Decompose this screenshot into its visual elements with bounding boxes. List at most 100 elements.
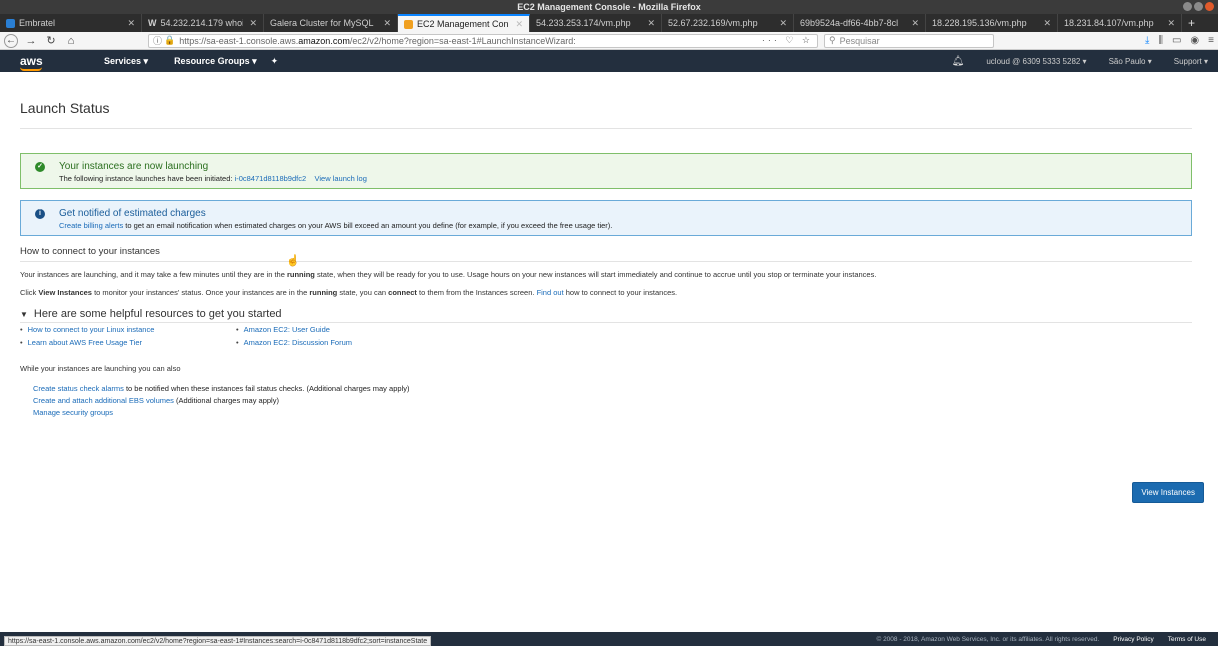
library-icon[interactable]: ⫼ (1158, 35, 1163, 46)
also-list: Create status check alarms to be notifie… (33, 383, 1192, 419)
browser-tab[interactable]: Embratel ✕ (0, 14, 142, 32)
toolbar-icons: ⤓ ⫼ ▭ ◉ ≡ (1145, 35, 1214, 46)
close-window-icon[interactable] (1205, 2, 1214, 11)
tab-close-icon[interactable]: ✕ (383, 18, 391, 29)
tab-close-icon[interactable]: ✕ (249, 18, 257, 29)
lock-icon[interactable]: 🔒 (164, 35, 175, 46)
search-input[interactable]: ⚲ Pesquisar (824, 33, 994, 48)
tab-close-icon[interactable]: ✕ (1167, 18, 1175, 29)
page-actions-icon[interactable]: ··· ♡ ☆ (762, 35, 813, 46)
info-text: Create billing alerts to get an email no… (59, 221, 612, 230)
list-item: Learn about AWS Free Usage Tier (20, 338, 236, 347)
text-span: to be notified when these instances fail… (123, 384, 410, 393)
tab-close-icon[interactable]: ✕ (779, 18, 787, 29)
new-tab-icon[interactable]: + (1182, 14, 1201, 32)
reload-icon[interactable]: ↻ (44, 34, 58, 47)
search-placeholder: Pesquisar (839, 35, 880, 46)
browser-tab[interactable]: W 54.232.214.179 whois ✕ (142, 14, 264, 32)
success-title: Your instances are now launching (59, 161, 209, 172)
url-text[interactable]: https://sa-east-1.console.aws.amazon.com… (179, 36, 762, 46)
caret-down-icon: ▼ (20, 309, 28, 319)
maximize-icon[interactable] (1194, 2, 1203, 11)
browser-tab[interactable]: Galera Cluster for MySQL ✕ (264, 14, 398, 32)
resource-groups-menu[interactable]: Resource Groups ▾ (174, 56, 257, 67)
instance-id-link[interactable]: i-0c8471d8118b9dfc2 (235, 174, 307, 183)
download-icon[interactable]: ⤓ (1145, 35, 1149, 46)
tab-label: 18.231.84.107/vm.php (1064, 18, 1154, 28)
browser-tab[interactable]: 54.233.253.174/vm.php ✕ (530, 14, 662, 32)
menu-icon[interactable]: ≡ (1208, 35, 1214, 46)
home-icon[interactable]: ⌂ (64, 35, 78, 47)
resource-link[interactable]: Learn about AWS Free Usage Tier (28, 338, 142, 347)
view-launch-log-link[interactable]: View launch log (314, 174, 366, 183)
info-icon[interactable]: ⓘ (153, 34, 162, 47)
browser-tab[interactable]: 18.231.84.107/vm.php ✕ (1058, 14, 1182, 32)
create-ebs-volumes-link[interactable]: Create and attach additional EBS volumes (33, 396, 174, 405)
resources-heading: Here are some helpful resources to get y… (33, 308, 282, 320)
connect-heading: How to connect to your instances (20, 246, 1192, 262)
create-status-alarms-link[interactable]: Create status check alarms (33, 384, 124, 393)
browser-tab[interactable]: 18.228.195.136/vm.php ✕ (926, 14, 1058, 32)
link-status-bar: https://sa-east-1.console.aws.amazon.com… (4, 636, 432, 646)
list-item: Manage security groups (33, 407, 1192, 419)
tab-close-icon[interactable]: ✕ (127, 18, 135, 29)
text-bold: running (309, 288, 338, 297)
aws-logo[interactable]: aws (20, 55, 78, 71)
find-out-link[interactable]: Find out (537, 288, 564, 297)
tab-label: 18.228.195.136/vm.php (932, 18, 1027, 28)
list-item: Amazon EC2: Discussion Forum (236, 338, 436, 347)
tab-favicon-icon (6, 18, 15, 28)
resources-toggle[interactable]: ▼ Here are some helpful resources to get… (20, 308, 1192, 323)
aws-smile-icon (20, 67, 42, 71)
tab-close-icon[interactable]: ✕ (911, 18, 919, 29)
url-bar[interactable]: ⓘ 🔒 https://sa-east-1.console.aws.amazon… (148, 33, 818, 48)
extension-icon[interactable]: ◉ (1190, 35, 1199, 46)
minimize-icon[interactable] (1183, 2, 1192, 11)
browser-navbar: ← → ↻ ⌂ ⓘ 🔒 https://sa-east-1.console.aw… (0, 32, 1218, 50)
url-prefix: https://sa-east-1.console.aws. (179, 35, 299, 46)
text-span: (Additional charges may apply) (173, 396, 279, 405)
text-span: to monitor your instances' status. Once … (91, 288, 310, 297)
account-menu[interactable]: ucloud @ 6309 5333 5282 ▾ (986, 57, 1086, 66)
text-span: to them from the Instances screen. (416, 288, 537, 297)
aws-nav-right: 🔔︎ ucloud @ 6309 5333 5282 ▾ São Paulo ▾… (952, 56, 1208, 67)
list-item: Amazon EC2: User Guide (236, 325, 436, 334)
copyright-text: © 2008 - 2018, Amazon Web Services, Inc.… (876, 635, 1100, 643)
tab-label: Embratel (19, 18, 56, 28)
bell-icon[interactable]: 🔔︎ (952, 56, 965, 67)
window-controls (1183, 2, 1214, 11)
privacy-policy-link[interactable]: Privacy Policy (1113, 636, 1153, 643)
tab-favicon-icon: W (148, 18, 157, 28)
services-menu[interactable]: Services ▾ (104, 56, 148, 67)
resource-link[interactable]: Amazon EC2: Discussion Forum (244, 338, 352, 347)
page-title: Launch Status (20, 100, 1192, 129)
tab-close-icon[interactable]: ✕ (515, 19, 523, 30)
tab-close-icon[interactable]: ✕ (1043, 18, 1051, 29)
browser-tab[interactable]: 69b9524a-df66-4bb7-8cl ✕ (794, 14, 926, 32)
resource-link[interactable]: Amazon EC2: User Guide (244, 325, 330, 334)
view-instances-button[interactable]: View Instances (1132, 482, 1204, 503)
billing-info-alert: i Get notified of estimated charges Crea… (20, 200, 1192, 236)
browser-tab-active[interactable]: EC2 Management Con ✕ (398, 14, 530, 32)
info-desc: to get an email notification when estima… (123, 221, 613, 230)
list-item: Create status check alarms to be notifie… (33, 383, 1192, 395)
support-menu[interactable]: Support ▾ (1174, 57, 1208, 66)
pin-icon[interactable]: ✦ (271, 56, 279, 67)
resources-list: How to connect to your Linux instance Am… (20, 325, 1192, 347)
create-billing-alerts-link[interactable]: Create billing alerts (59, 221, 123, 230)
tab-label: 69b9524a-df66-4bb7-8cl (800, 18, 899, 28)
resource-link[interactable]: How to connect to your Linux instance (28, 325, 155, 334)
text-span: state, when they will be ready for you t… (314, 270, 877, 279)
connect-paragraph-1: Your instances are launching, and it may… (20, 270, 1192, 280)
text-span: state, you can (337, 288, 389, 297)
terms-of-use-link[interactable]: Terms of Use (1168, 636, 1206, 643)
browser-tab[interactable]: 52.67.232.169/vm.php ✕ (662, 14, 794, 32)
info-title: Get notified of estimated charges (59, 208, 206, 219)
sidebar-icon[interactable]: ▭ (1172, 35, 1181, 46)
info-circle-icon: i (35, 209, 45, 219)
region-menu[interactable]: São Paulo ▾ (1109, 57, 1152, 66)
forward-arrow-icon[interactable]: → (24, 35, 38, 47)
tab-close-icon[interactable]: ✕ (647, 18, 655, 29)
manage-security-groups-link[interactable]: Manage security groups (33, 408, 113, 417)
back-arrow-icon[interactable]: ← (4, 33, 18, 48)
